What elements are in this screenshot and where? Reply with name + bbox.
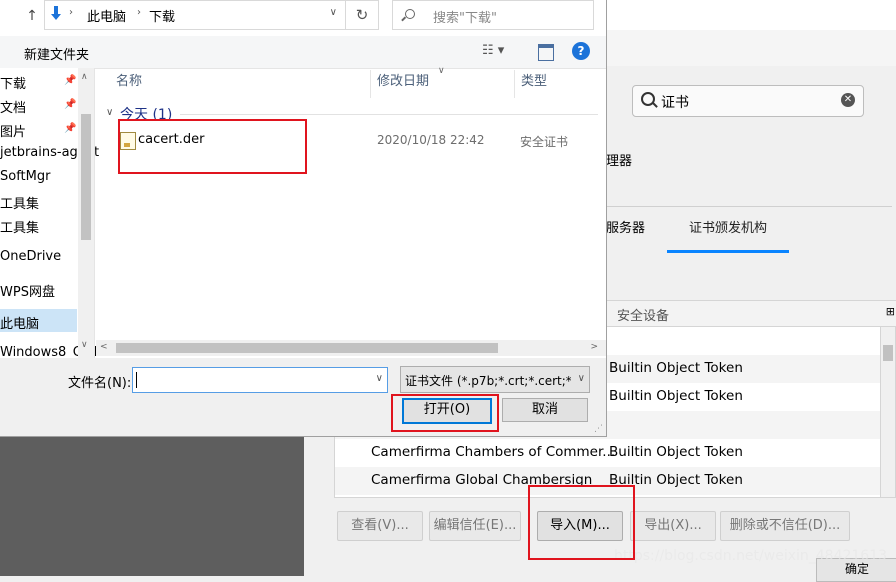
- refresh-icon[interactable]: ↻: [346, 0, 379, 30]
- chevron-right-icon: ›: [137, 7, 141, 18]
- column-type[interactable]: 类型: [521, 70, 547, 98]
- edit-trust-button[interactable]: 编辑信任(E)...: [429, 511, 521, 541]
- breadcrumb-downloads[interactable]: 下载: [149, 6, 175, 25]
- annotation-box-file: [118, 119, 307, 174]
- annotation-box-import: [528, 485, 635, 560]
- column-picker-icon[interactable]: ⊞: [886, 305, 895, 318]
- column-security-device: 安全设备: [617, 309, 670, 324]
- collapse-group-icon[interactable]: ∨: [106, 107, 113, 118]
- nav-item[interactable]: SoftMgr: [0, 169, 50, 184]
- chevron-down-icon[interactable]: ∨: [330, 7, 337, 18]
- chevron-left-icon[interactable]: <: [100, 342, 108, 352]
- pin-icon: 📌: [64, 75, 77, 86]
- chevron-right-icon: ›: [69, 7, 73, 18]
- new-folder-button[interactable]: 新建文件夹: [24, 44, 89, 63]
- browser-band: [594, 30, 896, 66]
- nav-item[interactable]: 图片: [0, 121, 26, 140]
- clear-icon[interactable]: ✕: [841, 93, 855, 107]
- cert-device: Builtin Object Token: [609, 360, 743, 376]
- chevron-up-icon[interactable]: ∧: [81, 72, 88, 82]
- scrollbar-thumb[interactable]: [81, 114, 91, 240]
- help-icon[interactable]: ?: [572, 42, 590, 60]
- pin-icon: 📌: [64, 123, 77, 134]
- cert-list-scrollbar[interactable]: [880, 326, 896, 498]
- export-button[interactable]: 导出(X)...: [630, 511, 716, 541]
- column-modified[interactable]: 修改日期: [377, 70, 429, 98]
- address-bar[interactable]: › 此电脑 › 下载 ∨: [44, 0, 346, 30]
- nav-item-this-pc[interactable]: 此电脑: [0, 309, 77, 332]
- filetype-select[interactable]: 证书文件 (*.p7b;*.crt;*.cert;*.c ∨: [400, 366, 590, 393]
- divider: [606, 206, 892, 207]
- tab-authorities[interactable]: 证书颁发机构: [667, 214, 789, 253]
- settings-search-box[interactable]: 证书 ✕: [632, 85, 864, 117]
- search-icon: [405, 9, 415, 19]
- nav-item[interactable]: 工具集: [0, 217, 39, 236]
- sort-arrow-icon: ∨: [438, 66, 445, 76]
- search-icon: [641, 92, 655, 106]
- scrollbar-thumb[interactable]: [883, 345, 893, 361]
- chevron-down-icon: ∨: [577, 373, 585, 384]
- browser-top-bar: [594, 0, 896, 31]
- filetype-value: 证书文件 (*.p7b;*.crt;*.cert;*.c: [405, 374, 571, 388]
- delete-distrust-button[interactable]: 删除或不信任(D)...: [720, 511, 850, 541]
- pin-icon: 📌: [64, 99, 77, 110]
- view-options-icon[interactable]: ☷ ▾: [482, 43, 504, 58]
- filename-label: 文件名(N):: [68, 376, 132, 391]
- breadcrumb-this-pc[interactable]: 此电脑: [87, 6, 126, 25]
- cert-name: Camerfirma Chambers of Commer...: [371, 444, 616, 460]
- file-type: 安全证书: [520, 135, 569, 149]
- nav-item[interactable]: WPS网盘: [0, 281, 55, 300]
- manager-title: 理器: [606, 154, 633, 169]
- chevron-right-icon[interactable]: >: [590, 342, 598, 352]
- filename-input[interactable]: ∨: [132, 367, 388, 393]
- pane-divider: [94, 68, 95, 358]
- nav-item[interactable]: 文档: [0, 97, 26, 116]
- resize-grip-icon[interactable]: ⋰: [594, 424, 603, 434]
- nav-item[interactable]: OneDrive: [0, 249, 61, 264]
- file-date: 2020/10/18 22:42: [377, 133, 485, 147]
- watermark: https://blog.csdn.net/weixin_48421613: [614, 548, 888, 564]
- column-separator: [370, 70, 371, 98]
- download-folder-icon: [51, 6, 61, 20]
- table-row[interactable]: Camerfirma Chambers of Commer... Builtin…: [335, 439, 881, 467]
- settings-search-value: 证书: [661, 95, 689, 111]
- cert-device: Builtin Object Token: [609, 444, 743, 460]
- nav-item[interactable]: 工具集: [0, 193, 39, 212]
- column-name[interactable]: 名称: [116, 70, 142, 98]
- up-arrow-icon[interactable]: ↑: [22, 6, 42, 26]
- cert-device: Builtin Object Token: [609, 388, 743, 404]
- text-caret: [136, 372, 137, 388]
- dialog-toolbar: [0, 36, 606, 69]
- file-list-hscrollbar[interactable]: < >: [96, 340, 606, 356]
- view-button[interactable]: 查看(V)...: [337, 511, 423, 541]
- scrollbar-thumb[interactable]: [116, 343, 498, 353]
- group-divider: [180, 114, 598, 115]
- chevron-down-icon[interactable]: ∨: [376, 373, 383, 384]
- nav-item[interactable]: 下载: [0, 73, 26, 92]
- cert-list-header: 安全设备 ⊞: [606, 300, 896, 328]
- folder-search-input[interactable]: 搜索"下载": [392, 0, 594, 30]
- preview-pane-icon[interactable]: [538, 44, 554, 61]
- tab-servers[interactable]: 服务器: [606, 214, 645, 250]
- chevron-down-icon[interactable]: ∨: [81, 340, 88, 350]
- column-separator: [514, 70, 515, 98]
- search-placeholder: 搜索"下载": [433, 11, 497, 26]
- navigation-scrollbar[interactable]: ∧ ∨: [78, 68, 94, 358]
- annotation-box-open: [391, 394, 499, 432]
- cancel-button[interactable]: 取消: [502, 398, 588, 422]
